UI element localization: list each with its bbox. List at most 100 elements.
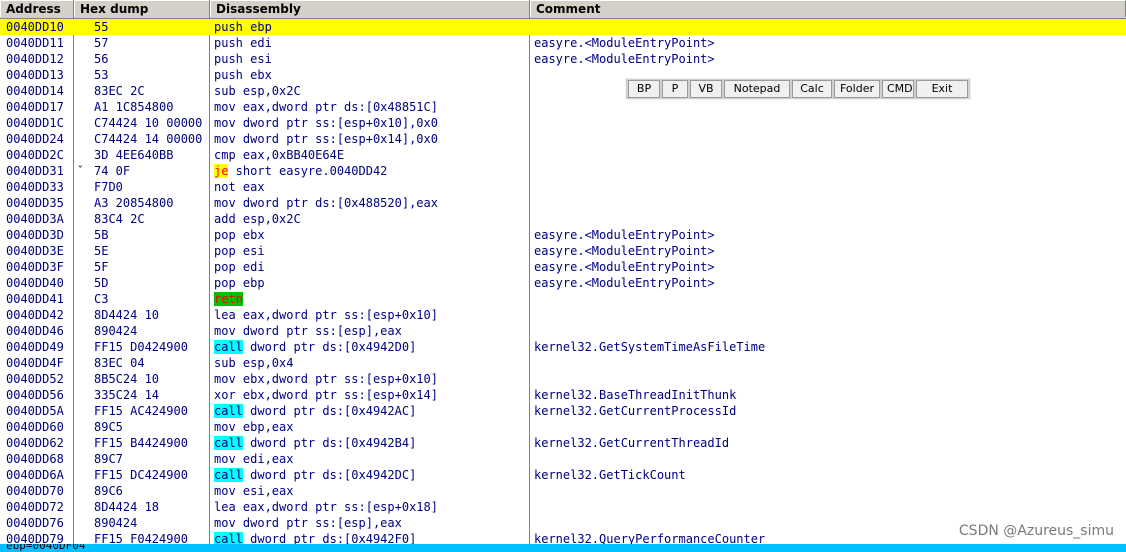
table-row[interactable]: 0040DD4F 83EC 04 sub esp,0x4 [0,355,1126,371]
mnemonic: lea [214,500,236,514]
table-row[interactable]: 0040DD41 C3 retn [0,291,1126,307]
disassembly-cell: call dword ptr ds:[0x4942DC] [214,467,526,483]
operands: dword ptr ds:[0x4942AC] [242,404,417,418]
address-cell: 0040DD3F [6,260,64,274]
table-row[interactable]: 0040DD72 8D4424 18 lea eax,dword ptr ss:[e… [0,499,1126,515]
disassembly-cell: pop ebp [214,275,526,291]
address-cell: 0040DD35 [6,196,64,210]
address-column-header[interactable]: Address [0,0,74,17]
disassembly-column-header[interactable]: Disassembly [210,0,530,17]
hex-cell: 57 [94,36,109,50]
disassembly-cell: push esi [214,51,526,67]
address-cell: 0040DD6A [6,468,64,482]
address-cell: 0040DD1C [6,116,64,130]
mnemonic: retn [214,292,243,306]
table-row[interactable]: 0040DD56 335C24 14 xor ebx,dword ptr ss:[e… [0,387,1126,403]
table-row[interactable]: 0040DD12 56 push esi easyre.<ModuleEntryPoi… [0,51,1126,67]
p-button[interactable]: P [662,80,688,98]
comment-cell [534,499,1126,515]
hex-dump-column-header[interactable]: Hex dump [74,0,210,17]
comment-cell [534,307,1126,323]
table-row[interactable]: 0040DD35 A3 20854800 mov dword ptr ds:[0x4… [0,195,1126,211]
disassembly-cell: mov dword ptr ss:[esp+0x14],0x0 [214,131,526,147]
table-row[interactable]: 0040DD62 FF15 B4424900 call dword ptr ds:[… [0,435,1126,451]
disassembly-cell: mov edi,eax [214,451,526,467]
table-row[interactable]: 0040DD3A 83C4 2C add esp,0x2C [0,211,1126,227]
address-cell: 0040DD40 [6,276,64,290]
operands: edi,eax [235,452,294,466]
hex-cell: C3 [94,292,109,306]
operands: edi [235,260,265,274]
table-row[interactable]: 0040DD76 890424 mov dword ptr ss:[esp],eax [0,515,1126,531]
table-row[interactable]: 0040DD3D 5B pop ebx easyre.<ModuleEntryPoin… [0,227,1126,243]
table-row[interactable]: 0040DD68 89C7 mov edi,eax [0,451,1126,467]
bp-button[interactable]: BP [628,80,660,98]
disassembly-cell: mov dword ptr ds:[0x488520],eax [214,195,526,211]
folder-button[interactable]: Folder [834,80,880,98]
table-row[interactable]: 0040DD17 A1 1C854800 mov eax,dword ptr ds:… [0,99,1126,115]
comment-cell: kernel32.GetTickCount [534,468,686,482]
table-row[interactable]: 0040DD52 8B5C24 10 mov ebx,dword ptr ss:[e… [0,371,1126,387]
mnemonic: mov [214,484,236,498]
hex-cell: 55 [94,20,109,34]
table-row[interactable]: 0040DD33 F7D0 not eax [0,179,1126,195]
table-row[interactable]: 0040DD40 5D pop ebp easyre.<ModuleEntryPoin… [0,275,1126,291]
table-row[interactable]: 0040DD46 890424 mov dword ptr ss:[esp],eax [0,323,1126,339]
comment-cell: easyre.<ModuleEntryPoint> [534,228,715,242]
table-row[interactable]: 0040DD11 57 push edi easyre.<ModuleEntryPoi… [0,35,1126,51]
table-row[interactable]: 0040DD24 C74424 14 00000 mov dword ptr ss:… [0,131,1126,147]
exit-button[interactable]: Exit [916,80,968,98]
mnemonic: mov [214,420,236,434]
operands: ebx [242,68,272,82]
address-cell: 0040DD4F [6,356,64,370]
table-row[interactable]: 0040DD60 89C5 mov ebp,eax [0,419,1126,435]
table-row[interactable]: 0040DD31 ˇ 74 0F je short easyre.0040DD42 [0,163,1126,179]
operands: esi,eax [235,484,294,498]
mnemonic: push [214,68,243,82]
comment-cell [534,131,1126,147]
disassembly-cell: lea eax,dword ptr ss:[esp+0x18] [214,499,526,515]
hex-cell: 890424 [94,516,138,530]
disassembly-cell: push ebx [214,67,526,83]
hex-cell: 89C6 [94,484,123,498]
comment-cell: easyre.<ModuleEntryPoint> [534,36,715,50]
hex-cell: 83EC 2C [94,84,145,98]
table-row[interactable]: 0040DD70 89C6 mov esi,eax [0,483,1126,499]
operands: eax,dword ptr ss:[esp+0x18] [235,500,438,514]
table-row[interactable]: 0040DD49 FF15 D0424900 call dword ptr ds:[… [0,339,1126,355]
disassembly-cell: lea eax,dword ptr ss:[esp+0x10] [214,307,526,323]
hex-cell: FF15 AC424900 [94,404,188,418]
mnemonic: lea [214,308,236,322]
comment-cell: kernel32.BaseThreadInitThunk [534,388,737,402]
address-cell: 0040DD56 [6,388,64,402]
comment-cell [534,179,1126,195]
disassembly-cell: add esp,0x2C [214,211,526,227]
hex-cell: 83C4 2C [94,212,145,226]
table-row[interactable]: 0040DD3F 5F pop edi easyre.<ModuleEntryPoin… [0,259,1126,275]
hex-cell: 5B [94,228,109,242]
table-row[interactable]: 0040DD5A FF15 AC424900 call dword ptr ds:[… [0,403,1126,419]
table-row[interactable]: 0040DD3E 5E pop esi easyre.<ModuleEntryPoin… [0,243,1126,259]
hex-cell: 8D4424 10 [94,308,160,322]
cmd-button[interactable]: CMD [882,80,914,98]
address-cell: 0040DD76 [6,516,64,530]
mnemonic: mov [214,372,236,386]
disassembly-cell: push edi [214,35,526,51]
table-row[interactable]: 0040DD2C 3D 4EE640BB cmp eax,0xBB40E64E [0,147,1126,163]
address-cell: 0040DD17 [6,100,64,114]
table-row[interactable]: 0040DD6A FF15 DC424900 call dword ptr ds:[… [0,467,1126,483]
operands: ebx [235,228,265,242]
table-row[interactable]: 0040DD1C C74424 10 00000 mov dword ptr ss:… [0,115,1126,131]
notepad-button[interactable]: Notepad [724,80,790,98]
comment-cell: easyre.<ModuleEntryPoint> [534,52,715,66]
comment-column-header[interactable]: Comment [530,0,1126,17]
calc-button[interactable]: Calc [792,80,832,98]
address-cell: 0040DD12 [6,52,64,66]
mnemonic: mov [214,324,236,338]
hex-cell: 5E [94,244,109,258]
table-row[interactable]: 0040DD10 55 push ebp [0,19,1126,35]
hex-cell: C74424 10 00000 [94,116,203,130]
vb-button[interactable]: VB [690,80,722,98]
mnemonic: pop [214,228,236,242]
table-row[interactable]: 0040DD42 8D4424 10 lea eax,dword ptr ss:[e… [0,307,1126,323]
